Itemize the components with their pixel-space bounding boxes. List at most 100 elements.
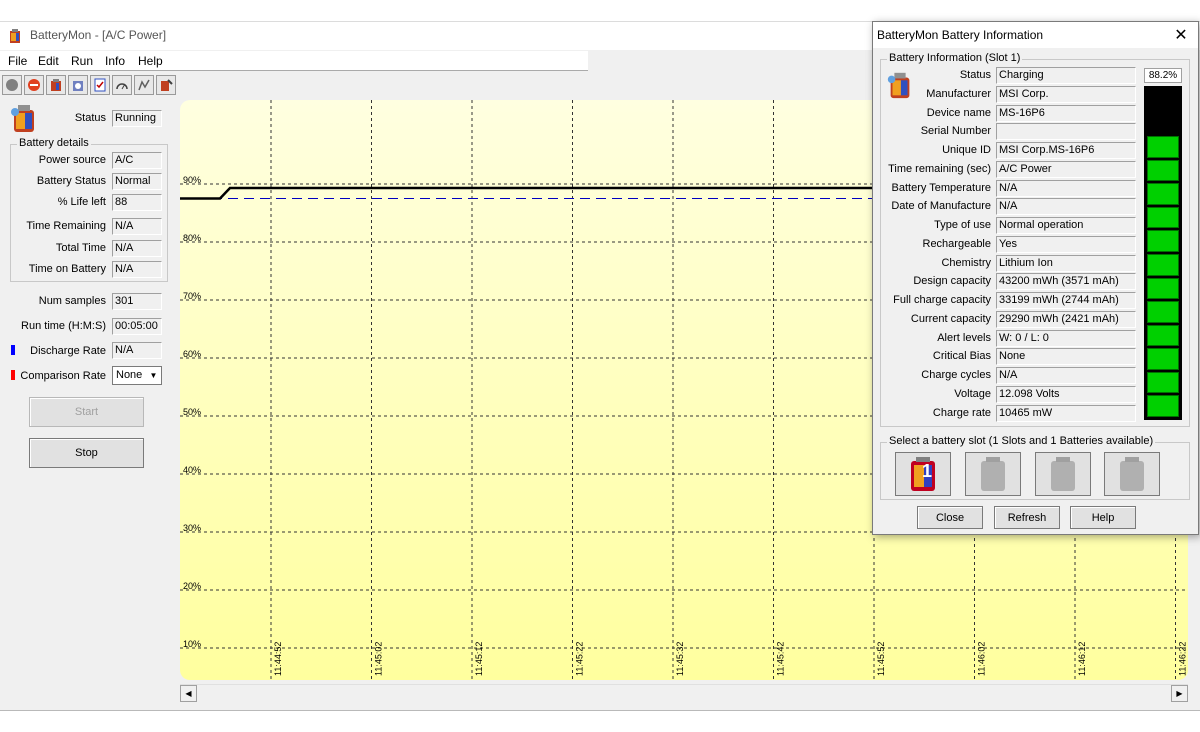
slot-2-button[interactable] [965, 452, 1021, 496]
battery-status-value: Normal [112, 173, 162, 190]
info-row-label: Design capacity [913, 275, 991, 288]
time-remaining-value: N/A [112, 218, 162, 235]
info-row-value: Lithium Ion [996, 254, 1136, 272]
info-row-label: Alert levels [937, 331, 991, 344]
battery-slot-empty-icon [1120, 457, 1144, 491]
status-label: Status [74, 112, 106, 124]
slot-4-button[interactable] [1104, 452, 1160, 496]
battery-level-segment [1147, 254, 1179, 276]
settings-icon [161, 79, 173, 91]
refresh-button[interactable]: Refresh [994, 506, 1060, 529]
info-toolbar-button[interactable] [68, 75, 88, 95]
scroll-left-icon[interactable]: ◀ [180, 685, 197, 702]
stop-button[interactable]: Stop [29, 438, 144, 468]
battery-icon [51, 79, 61, 91]
y-tick-label: 80% [183, 233, 201, 243]
info-row-label: Charge rate [932, 406, 991, 419]
menu-info[interactable]: Info [105, 54, 125, 68]
info-icon [73, 81, 83, 91]
power-source-value: A/C [112, 152, 162, 169]
y-tick-label: 60% [183, 349, 201, 359]
info-row-label: Serial Number [920, 125, 991, 138]
x-tick-label: 11:45:32 [675, 642, 685, 676]
slot-number: 1 [922, 461, 933, 481]
y-tick-label: 90% [183, 175, 201, 185]
info-row-value [996, 123, 1136, 141]
battery-information-title: Battery Information (Slot 1) [887, 52, 1023, 64]
life-left-value: 88 [112, 194, 162, 211]
record-toolbar-button[interactable] [24, 75, 44, 95]
info-row-value: MSI Corp.MS-16P6 [996, 142, 1136, 159]
battery-level-segment [1147, 371, 1179, 394]
info-row-label: Charge cycles [921, 369, 991, 381]
y-tick-label: 10% [183, 639, 201, 649]
info-row-value: A/C Power [996, 160, 1136, 178]
info-row-label: Full charge capacity [893, 294, 991, 306]
battery-level-segment [1147, 183, 1179, 205]
record-icon [28, 79, 40, 91]
slot-3-button[interactable] [1035, 452, 1091, 496]
x-tick-label: 11:45:22 [575, 642, 585, 676]
info-row-value: N/A [996, 179, 1136, 197]
info-row-value: None [996, 348, 1136, 366]
y-tick-label: 20% [183, 581, 201, 591]
info-row-value: Charging [996, 67, 1136, 84]
x-tick-label: 11:46:22 [1178, 642, 1188, 676]
info-row-value: N/A [996, 367, 1136, 384]
graph-toolbar-button[interactable] [134, 75, 154, 95]
info-row-label: Chemistry [941, 256, 991, 269]
comparison-rate-select[interactable]: None ▼ [112, 366, 162, 385]
info-row-value: W: 0 / L: 0 [996, 329, 1136, 347]
info-row-label: Battery Temperature [891, 181, 991, 194]
gauge-toolbar-button[interactable] [112, 75, 132, 95]
menu-run[interactable]: Run [71, 54, 93, 68]
menu-edit[interactable]: Edit [38, 54, 59, 68]
dialog-title-bar: BatteryMon Battery Information ✕ [873, 22, 1198, 48]
gauge-icon [116, 83, 128, 90]
close-icon[interactable]: ✕ [1171, 25, 1191, 45]
time-on-battery-value: N/A [112, 261, 162, 278]
battery-slot-empty-icon [1051, 457, 1075, 491]
x-tick-label: 11:44:52 [273, 642, 283, 676]
battery-status-label: Battery Status [36, 175, 106, 187]
info-row-label: Critical Bias [932, 350, 991, 363]
help-button[interactable]: Help [1070, 506, 1136, 529]
comparison-rate-label: Comparison Rate [20, 370, 106, 382]
menu-file[interactable]: File [8, 54, 27, 68]
info-row-value: 33199 mWh (2744 mAh) [996, 292, 1136, 309]
horizontal-scrollbar[interactable]: ◀ ▶ [180, 684, 1188, 702]
num-samples-value: 301 [112, 293, 162, 310]
battery-toolbar-button[interactable] [46, 75, 66, 95]
comparison-rate-selected: None [116, 369, 143, 381]
menu-help[interactable]: Help [138, 54, 163, 68]
battery-level-segment [1147, 395, 1179, 417]
info-row-label: Voltage [954, 387, 991, 400]
start-button[interactable]: Start [29, 397, 144, 427]
battery-level-segment [1147, 159, 1179, 182]
battery-level-segment [1147, 206, 1179, 229]
info-row-label: Device name [926, 106, 991, 119]
y-tick-label: 30% [183, 523, 201, 533]
x-tick-label: 11:45:02 [374, 642, 384, 676]
settings-toolbar-button[interactable] [156, 75, 176, 95]
info-row-label: Rechargeable [922, 237, 992, 250]
checklist-toolbar-button[interactable] [90, 75, 110, 95]
info-row-value: 29290 mWh (2421 mAh) [996, 310, 1136, 328]
slot-1-button[interactable]: 1 [895, 452, 951, 496]
charge-percent: 88.2% [1144, 68, 1182, 83]
battery-details-title: Battery details [17, 137, 91, 149]
battery-info-dialog: BatteryMon Battery Information ✕ Battery… [872, 21, 1199, 535]
stop-toolbar-button[interactable] [2, 75, 22, 95]
info-row-value: MS-16P6 [996, 104, 1136, 122]
info-row-label: Type of use [934, 219, 991, 231]
battery-level-segment [1147, 136, 1179, 158]
y-tick-label: 50% [183, 407, 201, 417]
scroll-right-icon[interactable]: ▶ [1171, 685, 1188, 702]
info-row-label: Status [959, 69, 991, 81]
time-remaining-label: Time Remaining [26, 220, 106, 232]
dialog-title: BatteryMon Battery Information [877, 28, 1044, 42]
close-button[interactable]: Close [917, 506, 983, 529]
battery-level-segment [1147, 230, 1179, 252]
slot-select-title: Select a battery slot (1 Slots and 1 Bat… [887, 435, 1156, 447]
info-row-value: 10465 mW [996, 404, 1136, 422]
